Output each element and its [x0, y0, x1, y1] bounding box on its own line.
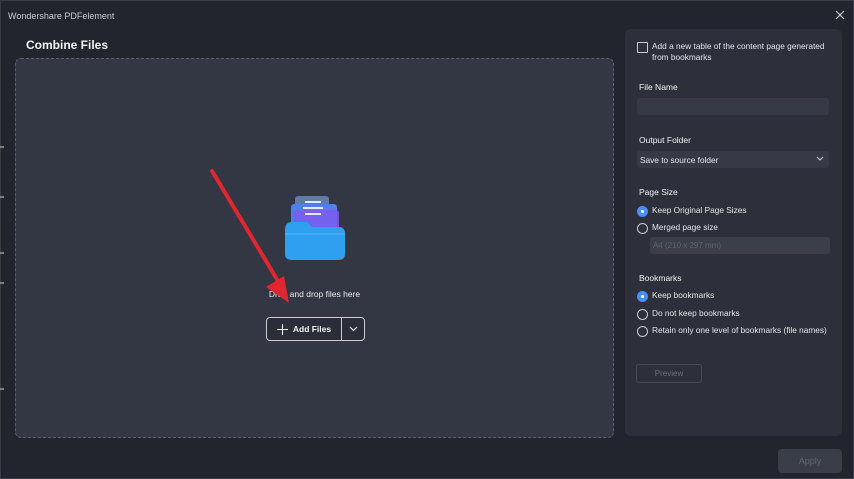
close-icon[interactable]: [833, 8, 847, 22]
radio-unselected[interactable]: [637, 326, 648, 337]
page-size-label: Page Size: [639, 187, 678, 197]
radio-unselected[interactable]: [637, 309, 648, 320]
output-folder-value: Save to source folder: [640, 155, 719, 165]
plus-icon: [276, 323, 288, 335]
bookmarks-label: Bookmarks: [639, 273, 682, 283]
output-folder-label: Output Folder: [639, 135, 691, 145]
apply-button[interactable]: Apply: [778, 449, 842, 473]
bookmark-option-label: Retain only one level of bookmarks (file…: [652, 325, 827, 335]
toc-checkbox-label: Add a new table of the content page gene…: [652, 41, 825, 62]
settings-panel: Add a new table of the content page gene…: [625, 29, 842, 436]
output-folder-select[interactable]: Save to source folder: [637, 151, 829, 168]
chevron-down-icon: [349, 326, 357, 332]
preview-button[interactable]: Preview: [636, 364, 702, 383]
merged-size-select: A4 (210 x 297 mm): [650, 237, 830, 254]
bookmark-option-one-level[interactable]: Retain only one level of bookmarks (file…: [637, 325, 832, 337]
edge-artifact: [0, 196, 4, 198]
bookmark-option-label: Do not keep bookmarks: [652, 308, 740, 318]
edge-artifact: [0, 146, 4, 148]
app-title: Wondershare PDFelement: [8, 11, 115, 21]
page-size-option-merged[interactable]: Merged page size: [637, 222, 832, 234]
radio-selected[interactable]: [637, 206, 648, 217]
add-files-dropdown[interactable]: [342, 318, 364, 340]
chevron-down-icon: [816, 156, 824, 161]
bookmark-option-keep[interactable]: Keep bookmarks: [637, 290, 832, 302]
add-files-split-button: Add Files: [266, 317, 365, 341]
file-drop-zone[interactable]: Drag and drop files here Add Files: [15, 58, 614, 438]
file-name-input[interactable]: [637, 98, 829, 115]
file-name-label: File Name: [639, 82, 678, 92]
radio-unselected[interactable]: [637, 223, 648, 234]
add-files-label: Add Files: [292, 324, 332, 334]
drop-instruction: Drag and drop files here: [268, 289, 361, 299]
toc-checkbox[interactable]: [637, 42, 648, 53]
bookmark-option-discard[interactable]: Do not keep bookmarks: [637, 308, 832, 320]
annotation-arrow: [210, 169, 289, 303]
edge-artifact: [0, 282, 4, 284]
edge-artifact: [0, 252, 4, 254]
radio-selected[interactable]: [637, 291, 648, 302]
edge-artifact: [0, 388, 4, 390]
merged-size-value: A4 (210 x 297 mm): [653, 241, 722, 250]
page-size-option-original[interactable]: Keep Original Page Sizes: [637, 205, 832, 217]
bookmark-option-label: Keep bookmarks: [652, 290, 715, 300]
page-title: Combine Files: [26, 38, 109, 52]
page-size-option-label: Merged page size: [652, 222, 718, 232]
add-files-button[interactable]: Add Files: [267, 318, 341, 340]
page-size-option-label: Keep Original Page Sizes: [652, 205, 747, 215]
toc-option[interactable]: Add a new table of the content page gene…: [637, 41, 837, 63]
